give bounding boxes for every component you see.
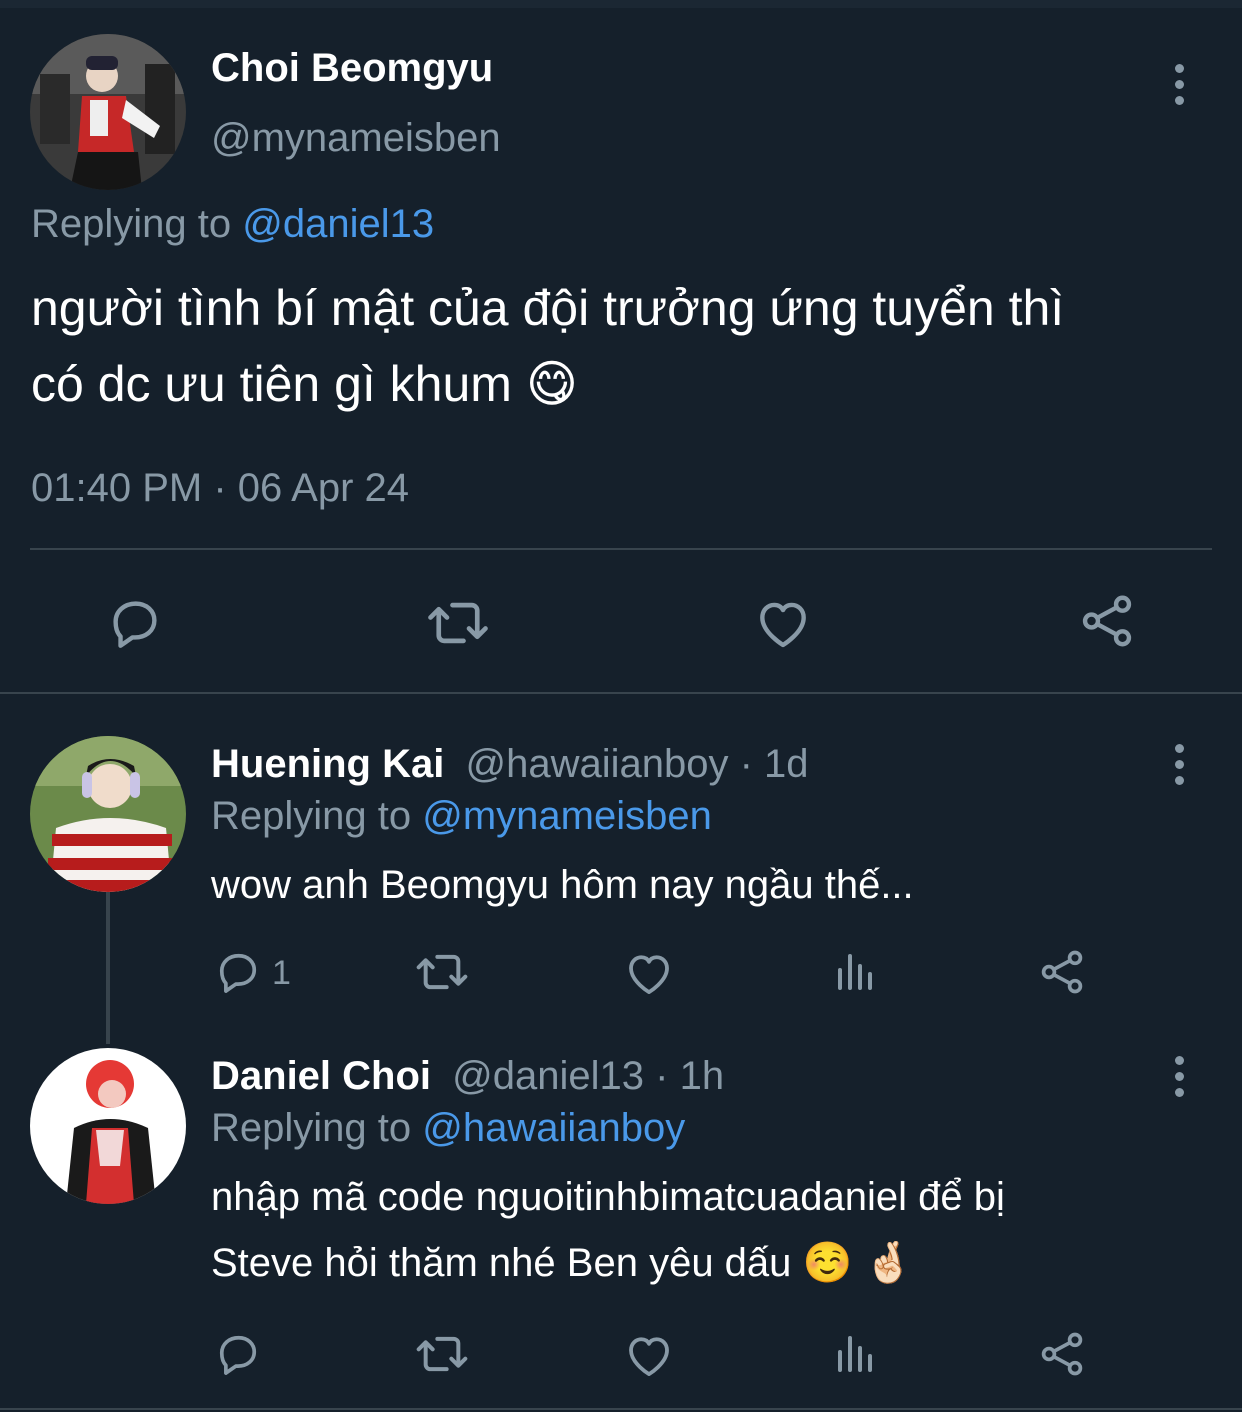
tweet-text-line: wow anh Beomgyu hôm nay ngầu thế... bbox=[211, 863, 914, 907]
reply-icon[interactable] bbox=[212, 946, 264, 1003]
like-icon[interactable] bbox=[622, 946, 676, 1005]
reply-icon[interactable] bbox=[212, 1328, 264, 1385]
author-name[interactable]: Daniel Choi bbox=[211, 1054, 431, 1098]
analytics-icon[interactable] bbox=[832, 948, 880, 1001]
reply-icon[interactable] bbox=[104, 592, 166, 659]
more-options-icon[interactable] bbox=[1172, 1056, 1186, 1104]
tweet-text-line: có dc ưu tiên gì khum 😋 bbox=[31, 346, 1221, 422]
tweet-text-fragment: Steve hỏi thăm nhé Ben yêu dấu bbox=[211, 1241, 792, 1285]
emoji: 😋 bbox=[525, 356, 578, 412]
tweet-text: nhập mã code nguoitinhbimatcuadaniel để … bbox=[211, 1164, 1211, 1296]
author-meta: Daniel Choi @daniel13 · 1h bbox=[211, 1054, 724, 1099]
retweet-icon[interactable] bbox=[425, 590, 491, 661]
avatar[interactable] bbox=[30, 34, 186, 190]
more-options-icon[interactable] bbox=[1172, 744, 1186, 792]
tweet-text-line: Steve hỏi thăm nhé Ben yêu dấu ☺️ 🤞🏻 bbox=[211, 1230, 1211, 1296]
author-name[interactable]: Choi Beomgyu bbox=[211, 46, 493, 91]
divider bbox=[30, 548, 1212, 550]
share-icon[interactable] bbox=[1036, 946, 1088, 1003]
reply-count: 1 bbox=[272, 954, 291, 992]
replying-to-link[interactable]: @daniel13 bbox=[242, 202, 434, 246]
divider bbox=[0, 692, 1242, 694]
replying-to: Replying to @daniel13 bbox=[31, 202, 434, 247]
share-icon[interactable] bbox=[1076, 590, 1138, 657]
replying-to: Replying to @hawaiianboy bbox=[211, 1106, 685, 1151]
author-handle[interactable]: @hawaiianboy bbox=[465, 742, 728, 786]
retweet-icon[interactable] bbox=[414, 1326, 470, 1387]
replying-prefix: Replying to bbox=[211, 1106, 423, 1150]
top-separator bbox=[0, 0, 1242, 8]
emoji: ☺️ 🤞🏻 bbox=[802, 1241, 914, 1285]
replying-to: Replying to @mynameisben bbox=[211, 794, 712, 839]
tweet-text-line: người tình bí mật của đội trưởng ứng tuy… bbox=[31, 280, 1065, 336]
replying-prefix: Replying to bbox=[31, 202, 243, 246]
like-icon[interactable] bbox=[622, 1328, 676, 1387]
thread-connector bbox=[106, 892, 110, 1044]
author-meta: Huening Kai @hawaiianboy · 1d bbox=[211, 742, 809, 787]
avatar[interactable] bbox=[30, 1048, 186, 1204]
share-icon[interactable] bbox=[1036, 1328, 1088, 1385]
avatar[interactable] bbox=[30, 736, 186, 892]
replying-prefix: Replying to bbox=[211, 794, 423, 838]
replying-to-link[interactable]: @hawaiianboy bbox=[422, 1106, 685, 1150]
tweet-timestamp[interactable]: 01:40 PM · 06 Apr 24 bbox=[31, 466, 409, 511]
tweet-text: người tình bí mật của đội trưởng ứng tuy… bbox=[31, 270, 1221, 422]
replying-to-link[interactable]: @mynameisben bbox=[422, 794, 712, 838]
more-options-icon[interactable] bbox=[1172, 64, 1186, 112]
tweet-text: wow anh Beomgyu hôm nay ngầu thế... bbox=[211, 852, 1211, 918]
like-icon[interactable] bbox=[752, 592, 814, 659]
author-handle[interactable]: @daniel13 bbox=[452, 1054, 644, 1098]
author-handle[interactable]: @mynameisben bbox=[211, 116, 501, 161]
tweet-text-fragment: có dc ưu tiên gì khum bbox=[31, 356, 512, 412]
author-name[interactable]: Huening Kai bbox=[211, 742, 444, 786]
time-ago[interactable]: · 1h bbox=[655, 1054, 724, 1098]
retweet-icon[interactable] bbox=[414, 944, 470, 1005]
divider bbox=[0, 1408, 1242, 1410]
time-ago[interactable]: · 1d bbox=[740, 742, 809, 786]
tweet-text-line: nhập mã code nguoitinhbimatcuadaniel để … bbox=[211, 1175, 1005, 1219]
analytics-icon[interactable] bbox=[832, 1330, 880, 1383]
